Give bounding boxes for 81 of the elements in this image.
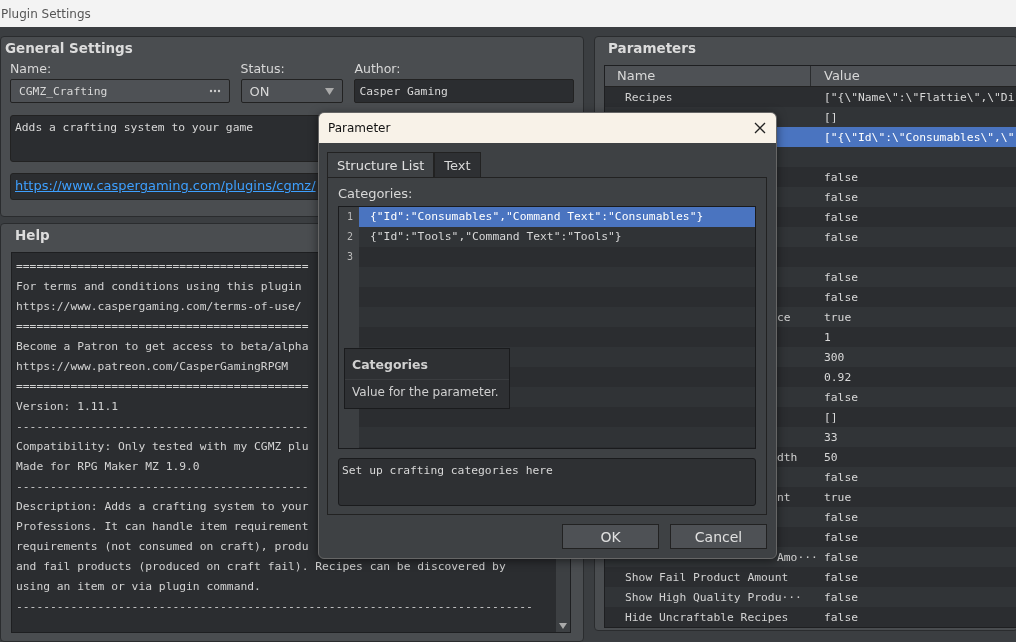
parameter-value: true [824,311,852,324]
parameter-value: false [824,191,858,204]
caret-icon [325,87,335,95]
panel-heading: Help [14,226,51,245]
parameter-value: false [824,611,858,624]
status-dropdown[interactable]: ON [240,79,344,103]
parameter-value: false [824,271,858,284]
parameter-name: Amo··· [776,551,818,564]
table-row[interactable]: Show High Quality Produ··· false [605,587,1016,607]
field-label: Categories: [338,186,413,203]
help-line: ------------------------------------------- [16,419,309,435]
more-icon[interactable] [208,89,221,93]
parameter-value: ["{\"Id\":\"Consumables\",\" [824,131,1015,144]
parameter-value: true [824,491,852,504]
line-number: 2 [346,230,354,244]
parameter-name: dth [776,451,798,464]
parameter-value: false [824,531,858,544]
parameter-value: false [824,291,858,304]
parameter-value: [] [824,411,838,424]
dialog-button[interactable]: Cancel [670,524,767,549]
tab[interactable]: Structure List [327,152,435,177]
parameter-value: false [824,171,858,184]
column-header[interactable]: Value [811,66,1016,86]
panel-heading: Parameters [607,39,697,58]
parameter-value: 0.92 [824,371,852,384]
help-line: =========================================== [16,259,309,275]
parameter-value: false [824,551,858,564]
parameter-value: 50 [824,451,838,464]
help-line: For terms and conditions using this plugin [16,279,302,295]
parameter-value: false [824,471,858,484]
description-field[interactable]: Set up crafting categories here [338,458,756,506]
parameter-name: Hide Uncraftable Recipes [624,611,789,624]
name-field[interactable]: CGMZ_Crafting [10,79,230,103]
panel-heading: General Settings [4,39,134,58]
list-item[interactable]: {"Id":"Consumables","Command Text":"Consumables"} [359,207,755,227]
help-line: =========================================== [16,319,309,335]
parameter-value: false [824,571,858,584]
parameter-value: false [824,591,858,604]
window-title: Plugin Settings [0,6,91,21]
tooltip-title: Categories [345,349,509,380]
tooltip-text: Value for the parameter. [351,384,500,401]
dialog-button[interactable]: OK [562,524,659,549]
parameter-value: 1 [824,331,831,344]
column-header[interactable]: Name [605,66,811,86]
author-field[interactable]: Casper Gaming [354,79,574,103]
parameter-value: [] [824,111,838,124]
parameter-value: false [824,511,858,524]
parameter-name: Recipes [624,91,673,104]
parameter-value: 300 [824,351,845,364]
line-number: 1 [346,210,354,224]
help-line: Professions. It can handle item requirement [16,519,309,535]
field-label: Author: [354,61,401,76]
help-line: https://www.caspergaming.com/terms-of-use/ [16,299,302,315]
help-line: Compatibility: Only tested with my CGMZ plu [16,439,309,455]
line-number: 3 [346,250,354,264]
field-label: Status: [240,61,285,76]
parameter-value: false [824,231,858,244]
parameter-name: Show High Quality Produ··· [624,591,802,604]
help-line: Become a Patron to get access to beta/alpha [16,339,309,355]
help-line: ---------------------------------------------------------------------------- [16,599,533,615]
field-label: Name: [10,61,52,76]
help-line: Made for RPG Maker MZ 1.9.0 [16,459,200,475]
help-line: requirements (not consumed on craft), produ [16,539,309,555]
help-line: https://www.patreon.com/CasperGamingRPGM [16,359,289,375]
parameter-value: false [824,391,858,404]
scroll-down-icon[interactable] [559,623,567,629]
parameter-value: false [824,211,858,224]
close-icon[interactable] [754,122,766,134]
tab[interactable]: Text [434,152,481,177]
help-line: ------------------------------------------- [16,479,309,495]
parameter-name: Show Fail Product Amount [624,571,789,584]
dialog-title: Parameter [328,121,391,135]
help-line: =========================================== [16,379,309,395]
parameter-name: ce [776,311,791,324]
parameter-value: ["{\"Name\":\"Flattie\",\"Di [824,91,1015,104]
help-line: and fail products (produced on craft fail). Recipes can be discovered by [16,559,506,575]
help-line: Description: Adds a crafting system to your [16,499,309,515]
parameter-name: nt [776,491,791,504]
help-line: using an item or via plugin command. [16,579,261,595]
parameter-value: 33 [824,431,838,444]
help-line: Version: 1.11.1 [16,399,119,415]
